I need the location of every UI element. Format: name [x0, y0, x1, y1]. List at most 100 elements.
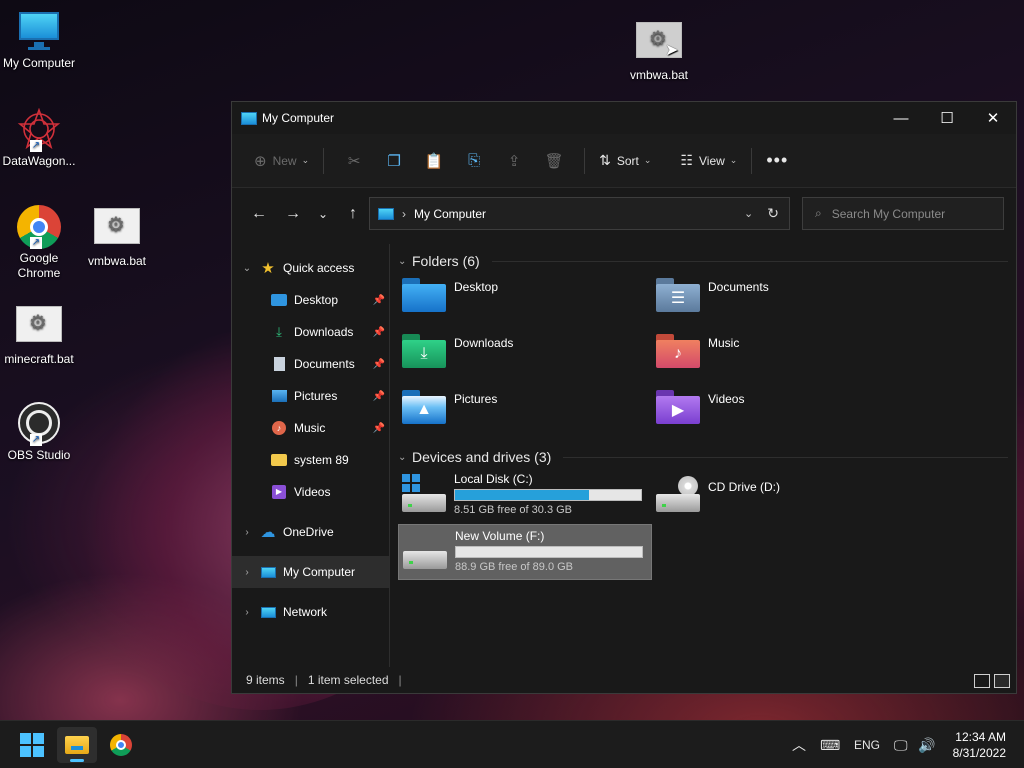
drives-section-header[interactable]: ⌄ Devices and drives (3)	[398, 446, 1016, 468]
desktop-icon-my-computer[interactable]: My Computer	[0, 10, 78, 71]
drive-cd-d[interactable]: CD Drive (D:)	[652, 468, 906, 524]
windows-drive-icon	[402, 474, 446, 512]
divider: |	[398, 673, 402, 687]
paste-button[interactable]: 📋	[414, 145, 454, 177]
clipboard-icon: 📋	[424, 152, 444, 170]
show-hidden-icons-button[interactable]: ︿	[792, 721, 806, 768]
folder-documents[interactable]: ☰ Documents	[652, 272, 906, 328]
folders-section-header[interactable]: ⌄ Folders (6)	[398, 250, 1016, 272]
title-bar[interactable]: My Computer — ☐ ✕	[232, 102, 1016, 134]
minimize-button[interactable]: —	[878, 102, 924, 134]
folder-pictures[interactable]: ▲ Pictures	[398, 384, 652, 440]
desktop-icon-vmbwa-bat-2[interactable]: ⚙ vmbwa.bat	[620, 22, 698, 83]
maximize-button[interactable]: ☐	[924, 102, 970, 134]
nav-onedrive[interactable]: › ☁ OneDrive	[232, 516, 389, 548]
network-status-button[interactable]: 🖵	[894, 721, 908, 768]
divider: |	[294, 673, 298, 687]
videos-folder-icon: ▶	[656, 390, 700, 424]
folder-videos[interactable]: ▶ Videos	[652, 384, 906, 440]
cut-button[interactable]: ✂	[334, 145, 374, 177]
folder-music[interactable]: ♪ Music	[652, 328, 906, 384]
music-icon: ♪	[270, 419, 288, 437]
folder-desktop[interactable]: Desktop	[398, 272, 652, 328]
nav-item-documents[interactable]: Documents 📌	[232, 348, 389, 380]
music-folder-icon: ♪	[656, 334, 700, 368]
refresh-button[interactable]: ↻	[767, 205, 779, 222]
item-count: 9 items	[246, 673, 285, 687]
nav-item-pictures[interactable]: Pictures 📌	[232, 380, 389, 412]
nav-item-downloads[interactable]: ⤓ Downloads 📌	[232, 316, 389, 348]
divider	[323, 147, 325, 174]
share-button[interactable]: ⇪	[494, 145, 534, 177]
input-language-button[interactable]: ENG	[854, 721, 880, 768]
back-button[interactable]: ←	[242, 199, 276, 229]
desktop-icon-datawagon[interactable]: ↗ DataWagon...	[0, 107, 78, 169]
nav-label: OneDrive	[283, 525, 334, 539]
rename-button[interactable]: ⎘	[454, 145, 494, 177]
nav-item-music[interactable]: ♪ Music 📌	[232, 412, 389, 444]
section-title: Devices and drives (3)	[412, 449, 552, 465]
active-indicator	[70, 759, 84, 762]
cloud-icon: ☁	[260, 524, 276, 541]
sort-button[interactable]: ⇅ Sort ⌄	[595, 145, 655, 177]
large-icons-view-button[interactable]	[994, 674, 1010, 688]
star-icon: ★	[261, 260, 275, 277]
documents-folder-icon: ☰	[656, 278, 700, 312]
address-history-button[interactable]: ⌄	[744, 207, 753, 220]
recent-locations-button[interactable]: ⌄	[310, 199, 336, 229]
desktop-icon-minecraft-bat[interactable]: ⚙ minecraft.bat	[0, 306, 78, 367]
drive-usage-bar	[454, 489, 642, 501]
address-bar[interactable]: › My Computer ⌄ ↻	[369, 197, 790, 230]
drive-new-volume-f[interactable]: New Volume (F:) 88.9 GB free of 89.0 GB	[398, 524, 652, 580]
desktop-icon-chrome[interactable]: ↗ Google Chrome	[0, 205, 78, 281]
nav-label: Videos	[294, 485, 331, 499]
plus-circle-icon: ⊕	[254, 152, 267, 170]
desktop-icon-vmbwa-bat[interactable]: ⚙ vmbwa.bat	[78, 208, 156, 269]
volume-button[interactable]: 🔊	[918, 721, 935, 768]
arrow-left-icon: ←	[251, 205, 267, 222]
folder-name: Documents	[708, 280, 769, 294]
folders-grid: Desktop ☰ Documents ⤓ Downloads ♪ Music …	[398, 272, 1016, 440]
view-button[interactable]: ☷ View ⌄	[676, 145, 741, 177]
nav-my-computer[interactable]: › My Computer	[232, 556, 389, 588]
desktop-icon-label: vmbwa.bat	[629, 68, 689, 82]
batch-file-icon: ⚙	[94, 208, 140, 250]
desktop-icon-label: OBS Studio	[7, 448, 71, 462]
folder-name: Music	[708, 336, 740, 350]
nav-item-videos[interactable]: ▶ Videos	[232, 476, 389, 508]
search-box[interactable]: ⌕ Search My Computer	[802, 197, 1004, 230]
pictures-folder-icon: ▲	[402, 390, 446, 424]
copy-button[interactable]: ❐	[374, 145, 414, 177]
close-button[interactable]: ✕	[970, 102, 1016, 134]
drives-grid: Local Disk (C:) 8.51 GB free of 30.3 GB …	[398, 468, 1016, 580]
keyboard-icon: ⌨	[820, 736, 841, 753]
nav-network[interactable]: › Network	[232, 596, 389, 628]
more-options-button[interactable]: •••	[762, 145, 792, 177]
nav-label: Desktop	[294, 293, 339, 307]
desktop-icon-obs[interactable]: ↗ OBS Studio	[0, 402, 78, 463]
nav-item-system-89[interactable]: system 89	[232, 444, 389, 476]
delete-button[interactable]: 🗑	[534, 145, 574, 177]
address-path[interactable]: My Computer	[414, 207, 486, 221]
folder-downloads[interactable]: ⤓ Downloads	[398, 328, 652, 384]
taskbar: ︿ ⌨ ENG 🖵 🔊 12:34 AM 8/31/2022	[0, 720, 1024, 768]
drive-local-disk-c[interactable]: Local Disk (C:) 8.51 GB free of 30.3 GB	[398, 468, 652, 524]
new-button[interactable]: ⊕ New ⌄	[250, 145, 313, 177]
nav-label: Pictures	[294, 389, 338, 403]
forward-button[interactable]: →	[276, 199, 310, 229]
chevron-down-icon: ⌄	[729, 155, 738, 165]
pin-icon: 📌	[372, 294, 385, 306]
mouse-cursor-icon: ➤	[665, 42, 679, 59]
details-view-button[interactable]	[974, 674, 990, 688]
touch-keyboard-button[interactable]: ⌨	[820, 721, 840, 768]
start-button[interactable]	[12, 727, 52, 763]
clock[interactable]: 12:34 AM 8/31/2022	[953, 729, 1006, 761]
up-button[interactable]: ↑	[336, 199, 370, 229]
taskbar-file-explorer[interactable]	[57, 727, 97, 763]
taskbar-chrome[interactable]	[101, 727, 141, 763]
shortcut-arrow-icon: ↗	[30, 434, 42, 446]
nav-label: Quick access	[283, 261, 355, 275]
nav-quick-access[interactable]: ⌄ ★ Quick access	[232, 252, 389, 284]
nav-item-desktop[interactable]: Desktop 📌	[232, 284, 389, 316]
desktop-icon-label: DataWagon...	[2, 154, 76, 168]
